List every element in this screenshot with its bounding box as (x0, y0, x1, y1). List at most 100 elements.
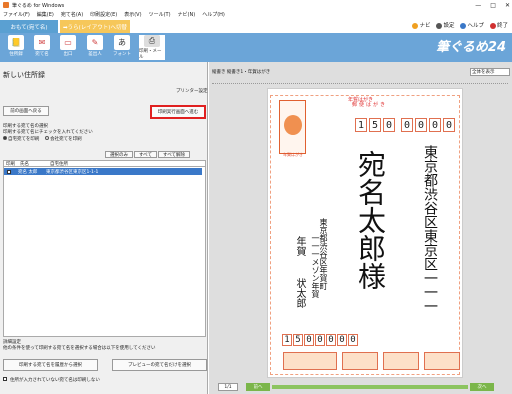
col-address[interactable]: 自宅住所 (50, 161, 68, 167)
ribbon-address-book[interactable]: 📒 住所録 (6, 35, 26, 60)
help-icon (460, 22, 467, 29)
sender-name: 状太郎 (294, 278, 305, 308)
ribbon-exit[interactable]: ▭ 出口 (58, 35, 78, 60)
printer-settings-link[interactable]: プリンター設定 (176, 88, 208, 94)
zip-digit: 1 (355, 118, 367, 132)
exit-button[interactable]: 終了 (489, 21, 508, 29)
select-only-button[interactable]: 選択のみ (105, 151, 133, 158)
sender-zip-digit: 0 (315, 334, 325, 346)
radio-company[interactable]: 会社宛てを印刷 (45, 136, 82, 142)
lottery-banner (342, 352, 378, 370)
printer-icon: ⎙ (144, 35, 160, 47)
recipient-address: 東京都渋谷区東京区一一一 (422, 145, 438, 313)
next-button[interactable]: 次へ (470, 383, 494, 391)
zip-digit: 5 (369, 118, 381, 132)
tab-front[interactable]: おもて(宛て名) (0, 20, 58, 33)
exclude-checkbox[interactable]: 住所が入力されていない宛て名は印刷しない (3, 377, 100, 383)
page-scrollbar[interactable] (272, 385, 468, 389)
detail-section: 詳細設定 他の条件を使って印刷する宛て名を選択する場合は以下を使用してください (3, 340, 156, 352)
radio-company-dot (45, 136, 50, 140)
menu-bar: ファイル(F) 編集(E) 宛て名(A) 印刷設定(E) 表示(V) ツール(T… (0, 10, 512, 19)
recipient-name: 宛名太郎様 (354, 150, 387, 290)
zip-digit: 0 (383, 118, 395, 132)
address-list[interactable] (3, 167, 206, 337)
navi-button[interactable]: ナビ (412, 21, 430, 29)
lottery-banner (283, 352, 337, 370)
lottery-banner (383, 352, 419, 370)
ribbon-recipient[interactable]: ✉ 宛て名 (32, 35, 52, 60)
history-select-button[interactable]: 印刷する宛て名を履歴から選択 (3, 359, 98, 371)
lottery-banner (424, 352, 460, 370)
sender-zip-digit: 1 (282, 334, 292, 346)
sender-zip-digit: 0 (326, 334, 336, 346)
exit-card-icon: ▭ (60, 35, 76, 50)
col-name[interactable]: 氏名 (20, 161, 50, 167)
zip-digit: 0 (401, 118, 413, 132)
menu-tools[interactable]: ツール(T) (149, 11, 171, 18)
side-tabs: おもて(宛て名) ➡うら(レイアウト)へ切替 (0, 20, 130, 33)
print-execute-button[interactable]: 印刷実行画面へ進む (150, 105, 206, 119)
zip-digit: 0 (415, 118, 427, 132)
page-indicator: 1/1 (218, 383, 238, 391)
stamp-image (279, 100, 306, 154)
stamp-face (284, 115, 302, 135)
ribbon-print-mail[interactable]: ⎙ 印刷・メール (139, 35, 165, 60)
menu-file[interactable]: ファイル(F) (3, 11, 30, 18)
ruler (212, 80, 508, 84)
radio-home-dot (3, 136, 7, 140)
title-bar: 筆ぐるめ for Windows (0, 0, 512, 10)
radio-home[interactable]: 自宅宛てを印刷 (3, 136, 39, 142)
stamp-note: 年賀はがき (283, 152, 303, 157)
brand-logo: 筆ぐるめ24 (436, 40, 506, 55)
detail-hint: 他の条件を使って印刷する宛て名を選択する場合は以下を使用してください (3, 346, 156, 351)
sender-address-2: 一一一メゾン年賀 (311, 234, 320, 298)
sender-zip-digit: 0 (337, 334, 347, 346)
back-button[interactable]: 前の画面へ戻る (3, 106, 49, 116)
menu-navi[interactable]: ナビ(N) (178, 11, 196, 18)
address-book-title: 新しい住所録 (3, 71, 45, 79)
sender-zip-digit: 5 (293, 334, 303, 346)
menu-print[interactable]: 印刷設定(E) (90, 11, 117, 18)
gear-icon (436, 22, 443, 29)
menu-help[interactable]: ヘルプ(H) (202, 11, 225, 18)
list-item[interactable]: 宛名 太郎 東京都渋谷区東京区1-1-1 (4, 168, 202, 175)
sender-icon: ✎ (87, 35, 103, 50)
col-print[interactable]: 印刷 (4, 161, 20, 167)
sender-zip-digit: 0 (348, 334, 358, 346)
menu-edit[interactable]: 編集(E) (37, 11, 54, 18)
sender-label: 年賀 (294, 236, 305, 256)
ribbon-font[interactable]: あフォント (112, 35, 132, 60)
tab-back[interactable]: ➡うら(レイアウト)へ切替 (60, 20, 130, 33)
exit-icon (489, 22, 496, 29)
preview-select-button[interactable]: プレビューの宛て名だけを選択 (112, 359, 207, 371)
sender-zip-digit: 0 (304, 334, 314, 346)
navi-icon (412, 22, 419, 29)
row-address: 東京都渋谷区東京区1-1-1 (46, 169, 99, 175)
print-checkbox[interactable] (7, 169, 11, 174)
maximize-icon[interactable]: □ (490, 2, 496, 9)
exclude-checkbox-box (3, 377, 7, 381)
zoom-select[interactable]: 全体を表示 (470, 68, 510, 76)
minimize-icon[interactable]: — (475, 2, 481, 9)
select-all-button[interactable]: すべて (134, 151, 158, 158)
menu-address[interactable]: 宛て名(A) (61, 11, 83, 18)
zip-digit: 0 (429, 118, 441, 132)
top-nav: ナビ 設定 ヘルプ 終了 (412, 20, 508, 30)
selection-section: 印刷する宛て名の選択 印刷する宛て名にチェックを入れてください 自宅宛てを印刷 … (3, 124, 206, 143)
row-name: 宛名 太郎 (18, 169, 38, 175)
close-icon[interactable]: ✕ (505, 2, 510, 9)
list-header: 印刷 氏名 自宅住所 (3, 160, 206, 167)
help-button[interactable]: ヘルプ (460, 21, 484, 29)
ribbon-sender[interactable]: ✎ 差出人 (85, 35, 105, 60)
card-title: 郵便はがき (352, 102, 388, 108)
font-icon: あ (114, 35, 130, 50)
menu-view[interactable]: 表示(V) (124, 11, 141, 18)
prev-button[interactable]: 前へ (246, 383, 270, 391)
sender-zip: 1 5 0 0 0 0 0 (282, 334, 358, 346)
selection-buttons: 選択のみ すべて すべて解除 (105, 151, 191, 158)
zip-digit: 0 (443, 118, 455, 132)
deselect-all-button[interactable]: すべて解除 (158, 151, 191, 158)
layout-label: 縦書き 縦書き1・年賀はがき (212, 70, 271, 75)
settings-button[interactable]: 設定 (436, 21, 454, 29)
recipient-icon: ✉ (34, 35, 50, 50)
